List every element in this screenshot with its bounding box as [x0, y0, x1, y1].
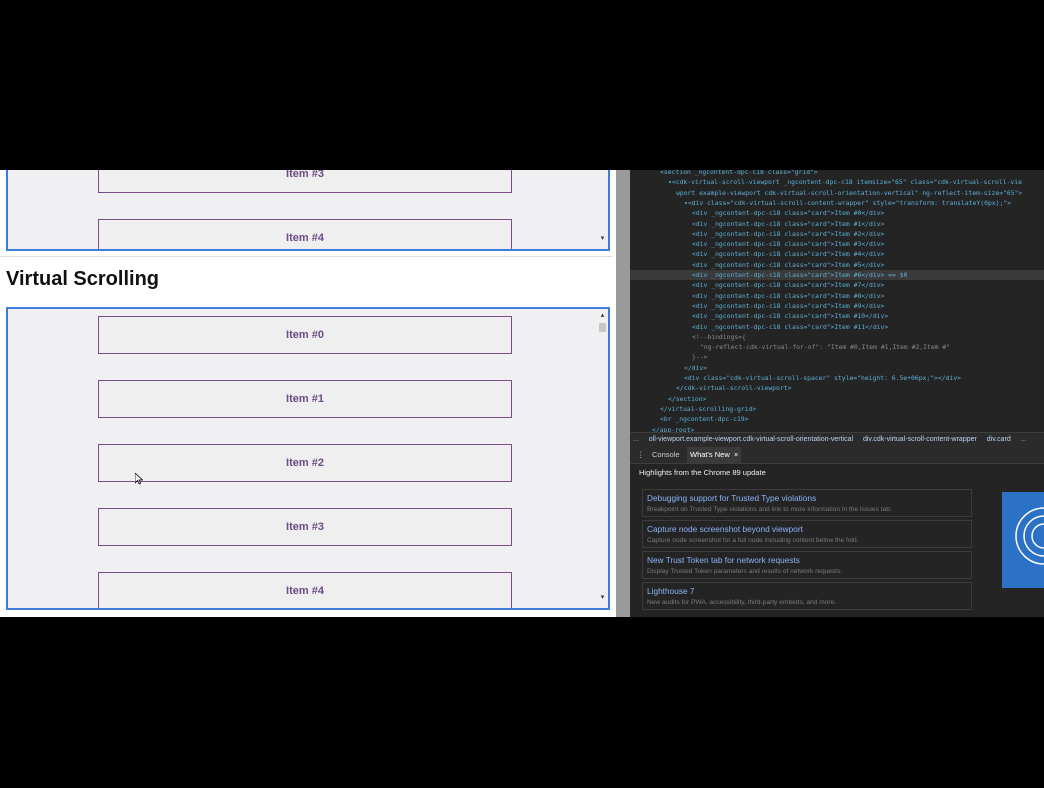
dom-node-text: <div _ngcontent-dpc-c18 class="card">Ite… — [692, 322, 889, 331]
dom-node[interactable]: <div _ngcontent-dpc-c18 class="card">Ite… — [630, 229, 1044, 239]
card-item[interactable]: Item #3 — [98, 170, 512, 193]
dom-node[interactable]: <div _ngcontent-dpc-c18 class="card">Ite… — [630, 311, 1044, 321]
dom-node[interactable]: <br _ngcontent-dpc-c19> — [630, 414, 1044, 424]
feature-link[interactable]: Debugging support for Trusted Type viola… — [647, 493, 816, 503]
scroll-down-arrow-icon[interactable]: ▾ — [599, 594, 606, 601]
dom-node-text: <section _ngcontent-dpc-c18 class="grid"… — [660, 170, 818, 176]
feature-card: New Trust Token tab for network requests… — [642, 551, 972, 579]
dom-node-text: </virtual-scrolling-grid> — [660, 404, 757, 413]
dom-node[interactable]: </div> — [630, 363, 1044, 373]
dom-node[interactable]: <div _ngcontent-dpc-c18 class="card">Ite… — [630, 260, 1044, 270]
feature-card: Debugging support for Trusted Type viola… — [642, 489, 972, 517]
divider-line — [0, 256, 612, 257]
drawer-tabs: ⋮ Console What's New × — [630, 447, 1044, 464]
dom-node[interactable]: ▾<div class="cdk-virtual-scroll-content-… — [630, 198, 1044, 208]
dom-node-text: ▾<cdk-virtual-scroll-viewport _ngcontent… — [668, 178, 1022, 187]
card-item[interactable]: Item #2 — [98, 444, 512, 482]
dom-node-text: <br _ngcontent-dpc-c19> — [660, 415, 749, 424]
dom-node-selected[interactable]: <div _ngcontent-dpc-c18 class="card">Ite… — [630, 270, 1044, 281]
dom-node[interactable]: <div _ngcontent-dpc-c18 class="card">Ite… — [630, 291, 1044, 301]
promo-image — [1002, 492, 1044, 588]
dom-node-text: <div _ngcontent-dpc-c18 class="card">Ite… — [692, 250, 885, 259]
dom-node[interactable]: <div _ngcontent-dpc-c18 class="card">Ite… — [630, 208, 1044, 218]
breadcrumb-item[interactable]: ... — [633, 436, 639, 443]
dom-node[interactable]: <section _ngcontent-dpc-c18 class="grid"… — [630, 170, 1044, 177]
dom-node-text: "ng-reflect-cdk-virtual-for-of": "Item #… — [700, 343, 951, 352]
page: Item #3 Item #4 ▾ Virtual Scrolling Item… — [0, 170, 616, 617]
card-item[interactable]: Item #4 — [98, 219, 512, 249]
feature-description: Display Trusted Token parameters and res… — [647, 568, 843, 575]
dom-node-text: ▾<div class="cdk-virtual-scroll-content-… — [684, 198, 1012, 207]
virtual-scroll-viewport-top[interactable]: Item #3 Item #4 ▾ — [6, 170, 610, 251]
dom-node[interactable]: <div class="cdk-virtual-scroll-spacer" s… — [630, 373, 1044, 383]
dom-node[interactable]: </section> — [630, 394, 1044, 404]
dom-node-text: </cdk-virtual-scroll-viewport> — [676, 384, 792, 393]
breadcrumb: ... oll-viewport.example-viewport.cdk-vi… — [630, 432, 1044, 447]
dom-node[interactable]: <div _ngcontent-dpc-c18 class="card">Ite… — [630, 239, 1044, 249]
dom-node-text: <div _ngcontent-dpc-c18 class="card">Ite… — [692, 209, 885, 218]
scrollbar[interactable]: ▴ ▾ — [599, 312, 606, 605]
feature-link[interactable]: Lighthouse 7 — [647, 586, 695, 596]
feature-description: Breakpoint on Trusted Type violations an… — [647, 506, 892, 513]
dom-node[interactable]: }--> — [630, 352, 1044, 362]
tab-whats-new-label: What's New — [690, 450, 730, 459]
dom-node[interactable]: ▾<cdk-virtual-scroll-viewport _ngcontent… — [630, 177, 1044, 187]
dom-node-text: <!--bindings={ — [692, 332, 746, 341]
feature-description: New audits for PWA, accessibility, third… — [647, 599, 837, 606]
dom-node-text: }--> — [692, 353, 708, 362]
promo-graphic-icon — [1015, 507, 1044, 565]
elements-tree[interactable]: <section _ngcontent-dpc-c18 class="grid"… — [630, 170, 1044, 434]
dom-node-text: <div _ngcontent-dpc-c18 class="card">Ite… — [692, 281, 885, 290]
dom-node-text: </div> — [684, 363, 708, 372]
page-title: Virtual Scrolling — [6, 268, 159, 290]
panel-resizer[interactable] — [616, 170, 630, 617]
dom-node[interactable]: "ng-reflect-cdk-virtual-for-of": "Item #… — [630, 342, 1044, 352]
virtual-scroll-viewport[interactable]: Item #0 Item #1 Item #2 Item #3 Item #4 … — [6, 307, 610, 610]
scrollbar-thumb[interactable] — [599, 323, 606, 332]
feature-card: Lighthouse 7 New audits for PWA, accessi… — [642, 582, 972, 610]
dom-node-text: wport example-viewport cdk-virtual-scrol… — [676, 188, 1023, 197]
card-item[interactable]: Item #1 — [98, 380, 512, 418]
breadcrumb-item[interactable]: oll-viewport.example-viewport.cdk-virtua… — [649, 436, 853, 443]
scroll-down-arrow-icon[interactable]: ▾ — [599, 235, 606, 242]
breadcrumb-item[interactable]: div.card — [987, 436, 1011, 443]
card-item[interactable]: Item #3 — [98, 508, 512, 546]
dom-node[interactable]: <!--bindings={ — [630, 332, 1044, 342]
scrollbar[interactable]: ▾ — [599, 232, 606, 244]
dom-node-text: <div _ngcontent-dpc-c18 class="card">Ite… — [692, 301, 885, 310]
dom-node[interactable]: <div _ngcontent-dpc-c18 class="card">Ite… — [630, 322, 1044, 332]
breadcrumb-item[interactable]: div.cdk-virtual-scroll-content-wrapper — [863, 436, 977, 443]
drawer-menu-icon[interactable]: ⋮ — [634, 447, 648, 463]
feature-link[interactable]: New Trust Token tab for network requests — [647, 555, 800, 565]
dom-node[interactable]: </virtual-scrolling-grid> — [630, 404, 1044, 414]
feature-link[interactable]: Capture node screenshot beyond viewport — [647, 524, 803, 534]
dom-node-text: </section> — [668, 394, 707, 403]
dom-node[interactable]: <div _ngcontent-dpc-c18 class="card">Ite… — [630, 280, 1044, 290]
tab-console[interactable]: Console — [649, 447, 683, 463]
dom-node-text: <div _ngcontent-dpc-c18 class="card">Ite… — [692, 240, 885, 249]
whats-new-title: Highlights from the Chrome 89 update — [639, 468, 766, 477]
dom-node[interactable]: <div _ngcontent-dpc-c18 class="card">Ite… — [630, 249, 1044, 259]
devtools-panel: <section _ngcontent-dpc-c18 class="grid"… — [630, 170, 1044, 617]
card-item[interactable]: Item #0 — [98, 316, 512, 354]
dom-node-text: <div _ngcontent-dpc-c18 class="card">Ite… — [692, 271, 908, 279]
mouse-cursor-icon — [135, 473, 143, 485]
feature-description: Capture node screenshot for a full node … — [647, 537, 859, 544]
dom-node-text: <div _ngcontent-dpc-c18 class="card">Ite… — [692, 260, 885, 269]
dom-node[interactable]: <div _ngcontent-dpc-c18 class="card">Ite… — [630, 219, 1044, 229]
dom-node[interactable]: </cdk-virtual-scroll-viewport> — [630, 383, 1044, 393]
scroll-up-arrow-icon[interactable]: ▴ — [599, 312, 606, 319]
dom-node-text: <div _ngcontent-dpc-c18 class="card">Ite… — [692, 291, 885, 300]
dom-node[interactable]: <div _ngcontent-dpc-c18 class="card">Ite… — [630, 301, 1044, 311]
close-icon[interactable]: × — [734, 450, 738, 459]
tab-whats-new[interactable]: What's New × — [687, 447, 742, 463]
dom-node-text: <div _ngcontent-dpc-c18 class="card">Ite… — [692, 219, 885, 228]
dom-node[interactable]: wport example-viewport cdk-virtual-scrol… — [630, 188, 1044, 198]
feature-card: Capture node screenshot beyond viewport … — [642, 520, 972, 548]
dom-node-text: <div _ngcontent-dpc-c18 class="card">Ite… — [692, 229, 885, 238]
card-item[interactable]: Item #4 — [98, 572, 512, 608]
dom-node-text: <div class="cdk-virtual-scroll-spacer" s… — [684, 374, 962, 382]
dom-node-text: <div _ngcontent-dpc-c18 class="card">Ite… — [692, 312, 889, 321]
breadcrumb-item[interactable]: ... — [1021, 436, 1027, 443]
